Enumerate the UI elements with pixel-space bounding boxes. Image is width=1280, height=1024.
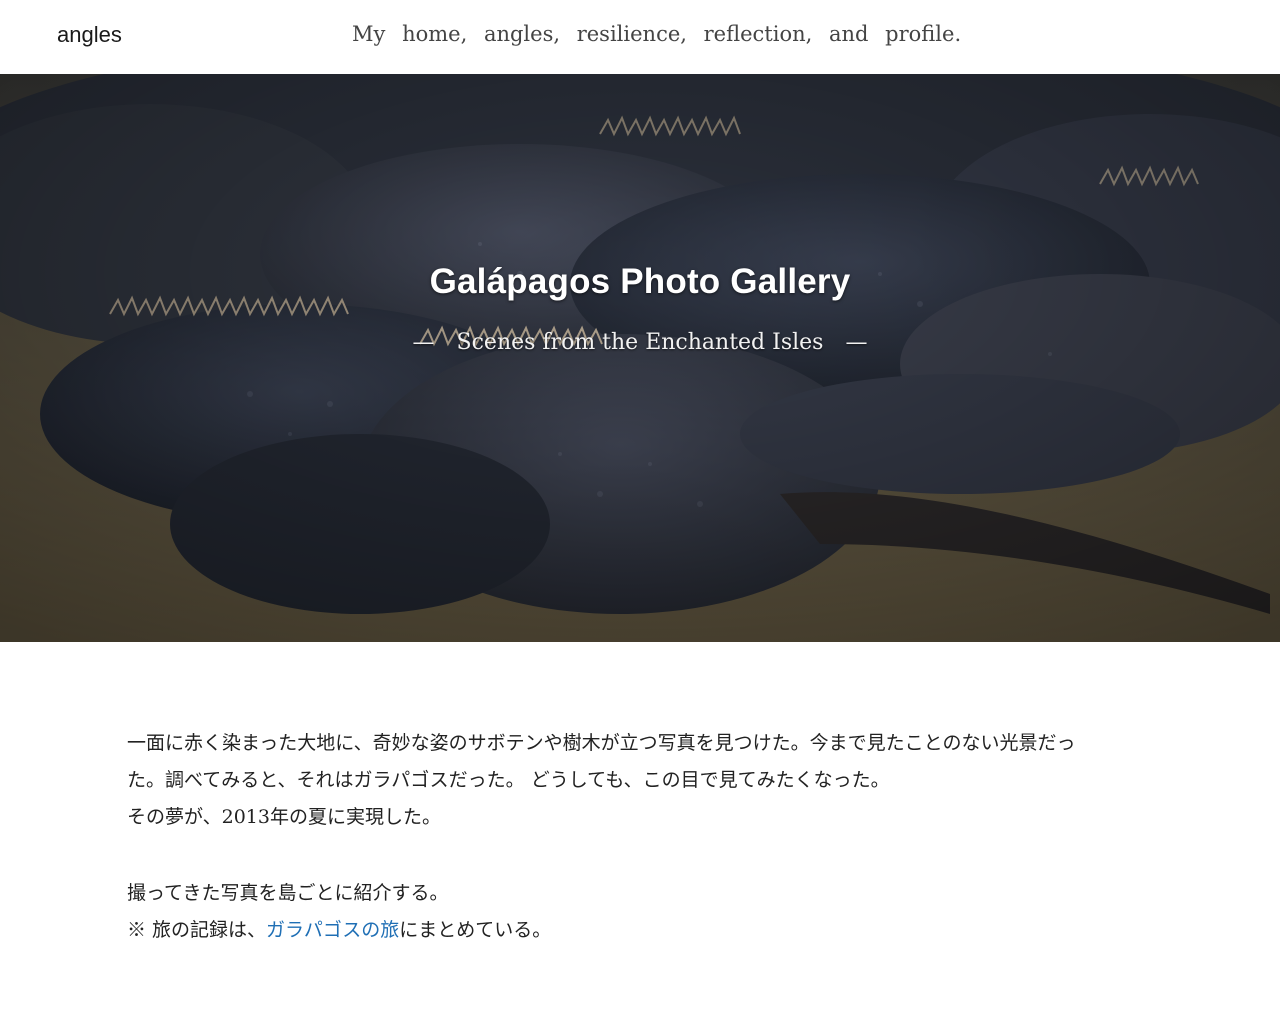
- hero-dash-left: —: [412, 330, 435, 355]
- travel-note-prefix: ※ 旅の記録は、: [127, 919, 267, 941]
- intro-line-3: その夢が、2013年の夏に実現した。: [127, 806, 441, 828]
- hero-subtitle: Scenes from the Enchanted Isles: [456, 330, 824, 355]
- travel-note-suffix: にまとめている。: [399, 919, 552, 941]
- nav-item-and[interactable]: and: [829, 22, 869, 46]
- hero-photo-iguanas: [0, 74, 1280, 642]
- nav-item-resilience[interactable]: resilience,: [577, 22, 687, 46]
- nav-item-my[interactable]: My: [352, 22, 385, 46]
- intro-line-4: 撮ってきた写真を島ごとに紹介する。: [127, 882, 449, 904]
- site-brand-link[interactable]: angles: [57, 22, 122, 48]
- hero-banner: Galápagos Photo Gallery — Scenes from the…: [0, 74, 1280, 642]
- hero-subtitle-row: — Scenes from the Enchanted Isles —: [0, 330, 1280, 355]
- travel-note: ※ 旅の記録は、ガラパゴスの旅にまとめている。: [127, 912, 1157, 949]
- site-nav: My home, angles, resilience, reflection,…: [352, 22, 961, 46]
- top-bar: angles My home, angles, resilience, refl…: [0, 0, 1280, 74]
- nav-item-angles[interactable]: angles,: [484, 22, 560, 46]
- nav-item-reflection[interactable]: reflection,: [704, 22, 813, 46]
- intro-line-1: 一面に赤く染まった大地に、奇妙な姿のサボテンや樹木が立つ写真を見つけた。今まで見…: [127, 732, 1076, 754]
- intro-content: 一面に赤く染まった大地に、奇妙な姿のサボテンや樹木が立つ写真を見つけた。今まで見…: [127, 725, 1157, 949]
- galapagos-trip-link[interactable]: ガラパゴスの旅: [266, 919, 399, 941]
- nav-item-home[interactable]: home,: [402, 22, 467, 46]
- intro-line-2: た。調べてみると、それはガラパゴスだった。 どうしても、この目で見てみたくなった…: [127, 769, 890, 791]
- hero-dash-right: —: [845, 330, 868, 355]
- hero-title: Galápagos Photo Gallery: [429, 262, 851, 301]
- nav-item-profile[interactable]: profile.: [885, 22, 961, 46]
